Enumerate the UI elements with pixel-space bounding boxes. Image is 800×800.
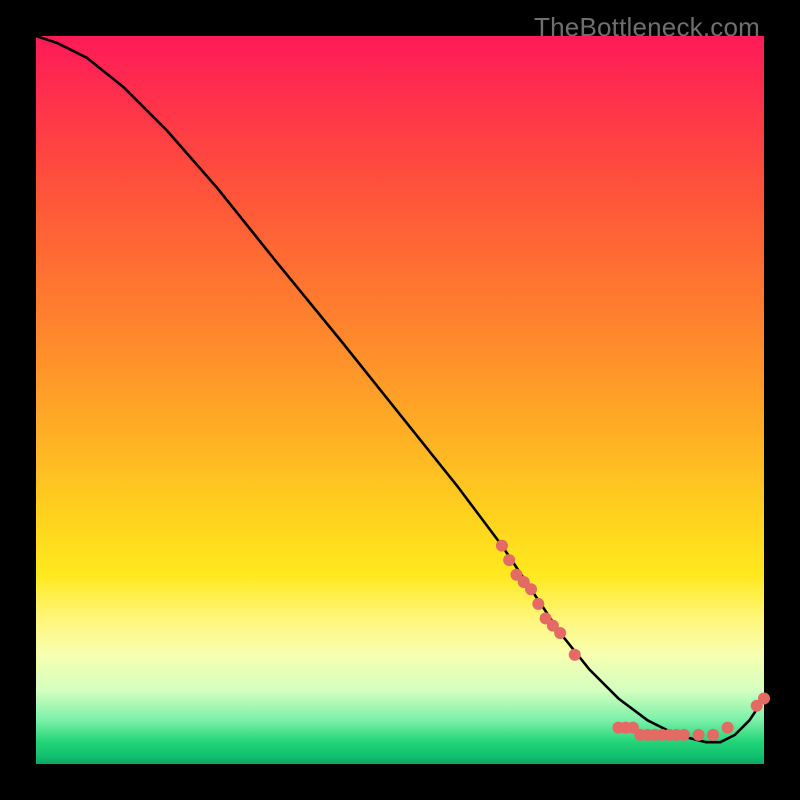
data-point	[554, 627, 566, 639]
chart-frame: TheBottleneck.com	[0, 0, 800, 800]
data-point	[569, 649, 581, 661]
chart-svg	[36, 36, 764, 764]
data-point	[678, 729, 690, 741]
bottleneck-curve	[36, 36, 764, 742]
data-point	[532, 598, 544, 610]
data-point	[496, 540, 508, 552]
plot-area	[36, 36, 764, 764]
data-point	[758, 692, 770, 704]
data-point	[722, 722, 734, 734]
data-point	[692, 729, 704, 741]
data-point	[707, 729, 719, 741]
data-point	[503, 554, 515, 566]
data-point	[525, 583, 537, 595]
